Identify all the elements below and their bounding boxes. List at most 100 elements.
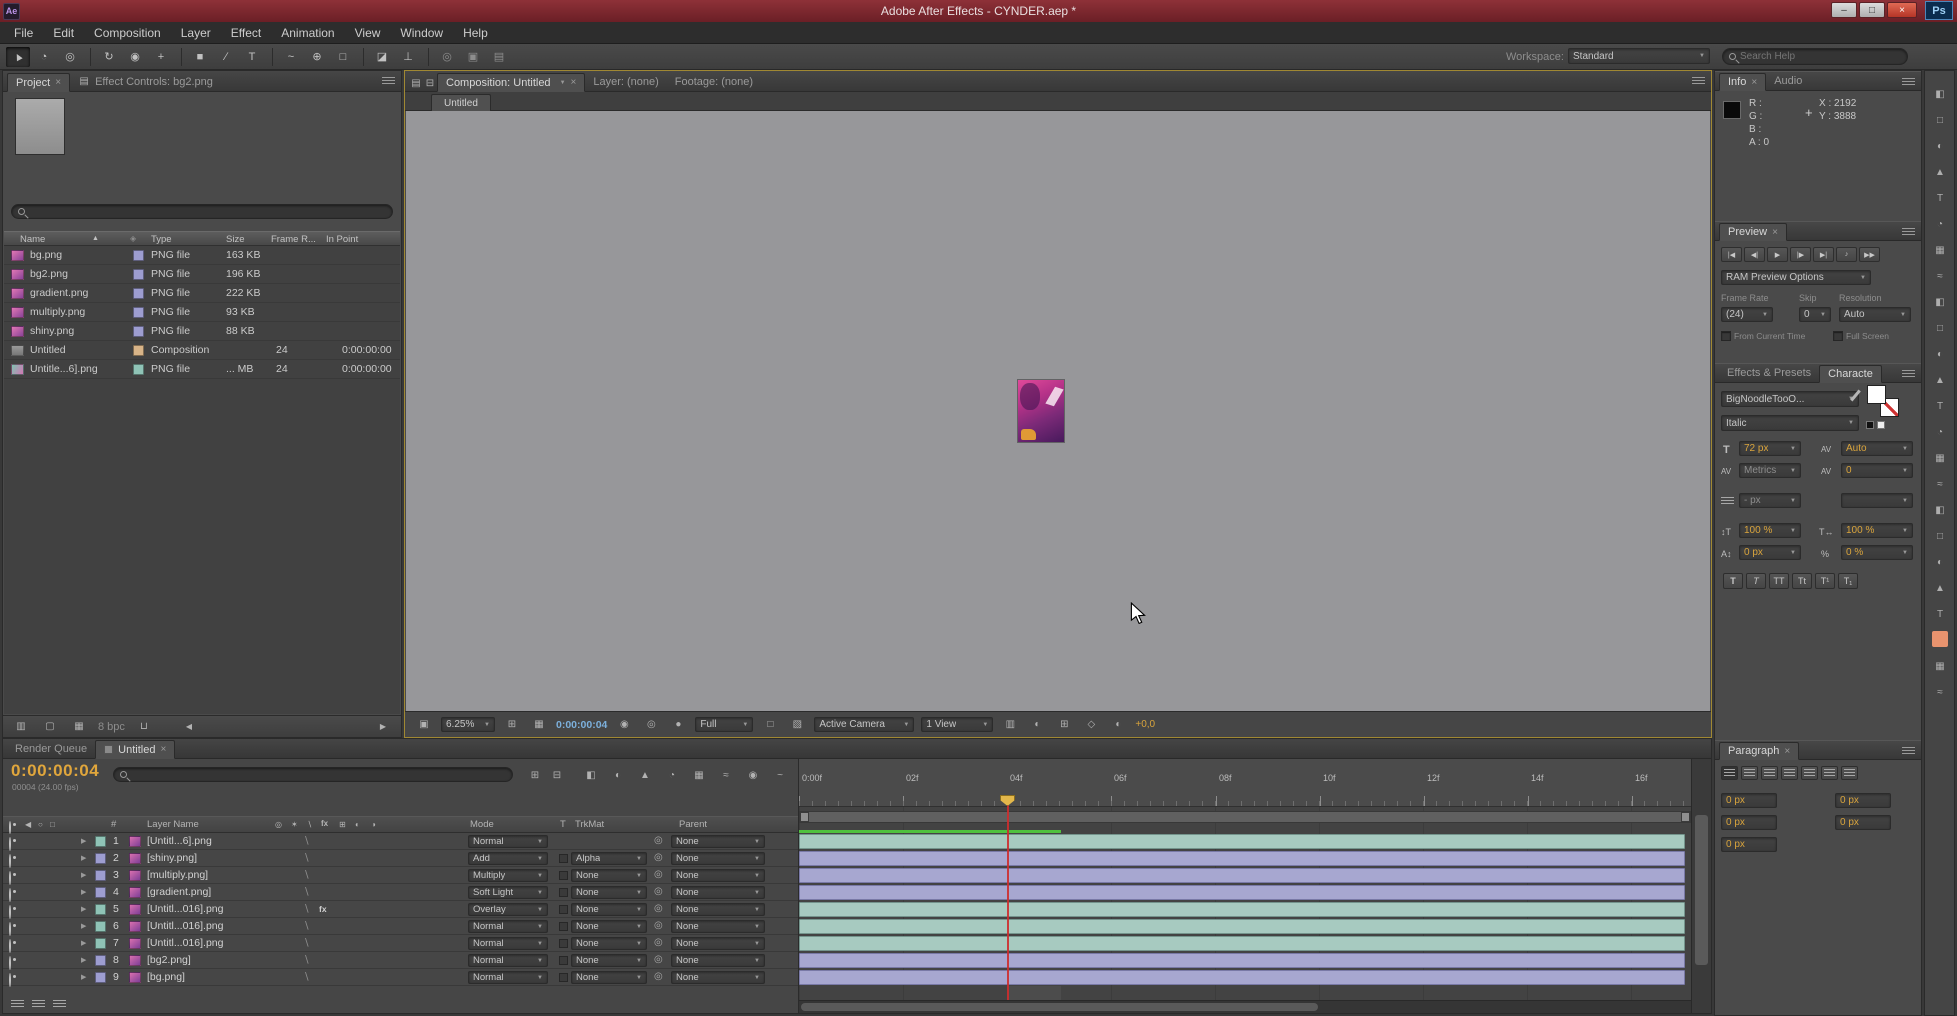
audio-toggle-button[interactable]: ♪	[1836, 247, 1857, 262]
expand-arrow-icon[interactable]: ▶	[81, 905, 86, 913]
playhead-line[interactable]	[1007, 803, 1009, 1000]
pick-whip-icon[interactable]: ◎	[654, 920, 663, 931]
tab-effects-presets[interactable]: Effects & Presets	[1719, 364, 1819, 382]
menu-edit[interactable]: Edit	[43, 22, 84, 43]
magnification-dropdown[interactable]: 6.25% ▼	[441, 717, 495, 732]
project-item-row[interactable]: Untitled Composition 24 0:00:00:00	[4, 341, 400, 360]
roto-brush-tool[interactable]: ◪	[370, 47, 394, 67]
adjustment-header-icon[interactable]: ◑	[371, 820, 376, 829]
composition-viewport[interactable]	[406, 111, 1710, 711]
mode-dropdown[interactable]: Normal ▼	[468, 971, 548, 984]
frame-blend-icon[interactable]: ◔	[662, 767, 682, 783]
full-screen-checkbox[interactable]	[1833, 331, 1843, 341]
project-item-name[interactable]: bg.png	[30, 246, 62, 265]
graph-editor-icon[interactable]: ~	[770, 767, 790, 783]
scrollbar-thumb[interactable]	[801, 1003, 1319, 1011]
layer-name[interactable]: [multiply.png]	[147, 867, 208, 883]
tracking-value-dropdown[interactable]: 0 ▼	[1841, 463, 1913, 478]
quality-switch[interactable]: ∖	[303, 935, 310, 951]
dock-icon-17[interactable]: □	[1930, 527, 1950, 545]
panel-menu-icon[interactable]	[1692, 77, 1705, 86]
layer-row[interactable]: ▶ 2 [shiny.png] ∖ Add ▼ Alpha ▼ ◎ None ▼	[3, 850, 798, 868]
current-time-button[interactable]: 0:00:00:04	[556, 719, 607, 731]
eye-icon[interactable]	[9, 956, 11, 970]
font-family-dropdown[interactable]: BigNoodleTooO...▼	[1721, 391, 1859, 407]
tab-timeline-untitled[interactable]: Untitled ×	[95, 740, 176, 759]
layer-name[interactable]: [Untitl...016].png	[147, 901, 223, 917]
layer-name[interactable]: [Untitl...6].png	[147, 833, 212, 849]
layer-name[interactable]: [shiny.png]	[147, 850, 197, 866]
project-item-row[interactable]: bg.png PNG file 163 KB	[4, 246, 400, 265]
pick-whip-icon[interactable]: ◎	[654, 903, 663, 914]
expand-arrow-icon[interactable]: ▶	[81, 888, 86, 896]
quality-switch[interactable]: ∖	[303, 901, 310, 917]
project-item-name[interactable]: Untitle...6].png	[30, 360, 98, 379]
scroll-right-icon[interactable]: ▶	[373, 719, 393, 735]
dock-icon-19[interactable]: ▲	[1930, 579, 1950, 597]
safe-areas-icon[interactable]: ⊞	[502, 717, 522, 733]
shape-tool[interactable]: ■	[188, 47, 212, 67]
layer-duration-bar[interactable]	[799, 919, 1685, 934]
label-chip[interactable]	[133, 364, 144, 375]
new-folder-icon[interactable]: ▢	[40, 719, 60, 735]
baseline-shift-dropdown[interactable]: 0 px ▼	[1739, 545, 1801, 560]
project-search-input[interactable]	[29, 206, 386, 217]
align-center-button[interactable]	[1741, 766, 1758, 780]
pen-tool[interactable]: ∕	[214, 47, 238, 67]
dock-icon-16[interactable]: ◧	[1930, 501, 1950, 519]
label-chip[interactable]	[133, 326, 144, 337]
show-snapshot-icon[interactable]: ◎	[641, 717, 661, 733]
time-ruler[interactable]: 0:00f 02f 04f 06f 08f 10f 12f 14f 16f	[799, 759, 1691, 807]
tool-option-icon[interactable]: ◎	[435, 47, 459, 67]
label-chip[interactable]	[95, 972, 106, 983]
project-item-name[interactable]: multiply.png	[30, 303, 85, 322]
trkmat-dropdown[interactable]: None ▼	[571, 903, 647, 916]
horizontal-scale-dropdown[interactable]: 100 % ▼	[1841, 523, 1913, 538]
menu-layer[interactable]: Layer	[171, 22, 221, 43]
frame-blend-header-icon[interactable]: ⊞	[339, 820, 346, 829]
comp-mini-tab[interactable]: Untitled	[431, 94, 491, 111]
eye-icon[interactable]	[9, 888, 11, 902]
parent-column-header[interactable]: Parent	[679, 819, 707, 830]
bit-depth-label[interactable]: 8 bpc	[98, 721, 125, 733]
hand-tool[interactable]: ◔	[32, 47, 56, 67]
tab-layer[interactable]: Layer: (none)	[585, 72, 666, 91]
mode-column-header[interactable]: Mode	[470, 819, 494, 830]
timeline-graph-pane[interactable]: 0:00f 02f 04f 06f 08f 10f 12f 14f 16f	[798, 759, 1691, 1013]
trkmat-dropdown[interactable]: None ▼	[571, 954, 647, 967]
flowchart-button-icon[interactable]: ◇	[1081, 717, 1101, 733]
preserve-transparency-checkbox[interactable]	[559, 905, 568, 914]
first-frame-button[interactable]: |◀	[1721, 247, 1742, 262]
justify-last-right-button[interactable]	[1821, 766, 1838, 780]
panel-menu-icon[interactable]	[1902, 228, 1915, 237]
region-of-interest-icon[interactable]: □	[760, 717, 780, 733]
tool-option-icon[interactable]: ▣	[461, 47, 485, 67]
layer-name-column-header[interactable]: Layer Name	[147, 819, 199, 830]
dock-icon-7[interactable]: ≈	[1930, 267, 1950, 285]
eye-icon[interactable]	[9, 871, 11, 885]
expand-arrow-icon[interactable]: ▶	[81, 837, 86, 845]
tsume-dropdown[interactable]: 0 % ▼	[1841, 545, 1913, 560]
scrollbar-thumb[interactable]	[1695, 815, 1708, 965]
composition-preview[interactable]	[1018, 380, 1064, 442]
mode-dropdown[interactable]: Normal ▼	[468, 954, 548, 967]
interpret-footage-icon[interactable]: ▥	[11, 719, 31, 735]
label-chip[interactable]	[95, 870, 106, 881]
panel-menu-icon[interactable]	[1902, 747, 1915, 756]
maximize-button[interactable]: □	[1859, 2, 1885, 18]
fast-previews-icon[interactable]: ◐	[1027, 717, 1047, 733]
dock-icon-6[interactable]: ▦	[1930, 241, 1950, 259]
pick-whip-icon[interactable]: ◎	[654, 954, 663, 965]
timeline-button-icon[interactable]: ⊞	[1054, 717, 1074, 733]
exposure-icon[interactable]: ◐	[1108, 717, 1128, 733]
layer-name[interactable]: [gradient.png]	[147, 884, 211, 900]
project-search-box[interactable]	[11, 204, 393, 219]
layer-name[interactable]: [bg.png]	[147, 969, 185, 985]
close-tab-icon[interactable]: ×	[571, 77, 577, 88]
first-line-indent-field[interactable]: 0 px	[1721, 837, 1777, 852]
label-chip[interactable]	[133, 307, 144, 318]
camera-dropdown[interactable]: Active Camera ▼	[814, 717, 915, 732]
pick-whip-icon[interactable]: ◎	[654, 886, 663, 897]
transparency-grid-icon[interactable]: ▧	[787, 717, 807, 733]
trash-icon[interactable]: ⊔	[134, 719, 154, 735]
